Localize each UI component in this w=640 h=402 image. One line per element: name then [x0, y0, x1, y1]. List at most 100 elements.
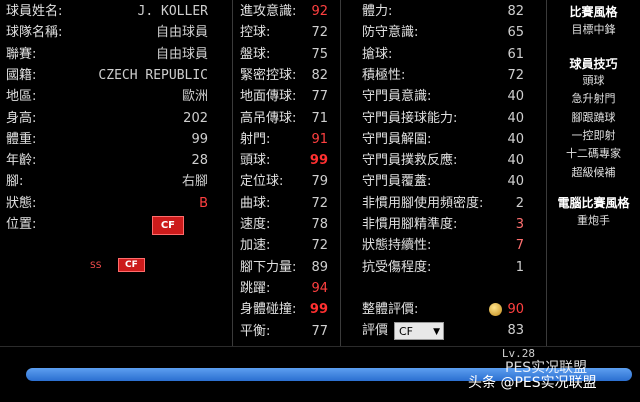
attr-10-label: 速度:: [240, 217, 271, 232]
profile-row-10-value: CF: [151, 216, 184, 235]
attr2-3: 積極性: 72: [362, 68, 524, 84]
attr-2-value: 75: [311, 46, 328, 62]
attr2-2-label: 搶球:: [362, 46, 393, 62]
profile-row-0-value: J. KOLLER: [137, 4, 208, 19]
com-style-item: 重炮手: [577, 214, 610, 227]
skill-item: 十二碼專家: [566, 147, 621, 161]
attr-12-value: 89: [311, 259, 328, 275]
attr2-7: 守門員撲救反應: 40: [362, 153, 524, 169]
attr2-10-label: 非慣用腳精準度:: [362, 217, 458, 232]
profile-row-2: 聯賽: 自由球員: [6, 47, 208, 63]
position-badge: CF: [151, 216, 184, 235]
profile-row-8: 腳: 右腳: [6, 174, 208, 190]
attributes-column-1: 進攻意識: 92 控球: 72 盤球: 75 緊密控球: 82 地面傳球: 77 高吊傳球: 71 射門…: [240, 0, 328, 346]
attr2-4: 守門員意識: 40: [362, 89, 524, 105]
skills-title: 球員技巧: [569, 57, 618, 71]
attr-1: 控球: 72: [240, 25, 328, 41]
rating-label: 評價: [362, 323, 389, 338]
attr-5-label: 高吊傳球:: [240, 110, 297, 126]
attr2-8: 守門員覆蓋: 40: [362, 174, 524, 190]
skill-item: 頭球: [582, 74, 605, 87]
attr-5-value: 71: [311, 110, 328, 126]
attr-2-label: 盤球:: [240, 46, 271, 62]
skill-item: 超級候補: [571, 165, 616, 179]
attr2-3-value: 72: [507, 67, 524, 83]
profile-row-3-label: 國籍:: [6, 67, 37, 83]
profile-row-7-value: 28: [191, 153, 208, 169]
attr2-3-label: 積極性:: [362, 67, 406, 83]
attr2-6-label: 守門員解圍:: [362, 131, 432, 147]
attr-8-label: 定位球:: [240, 174, 284, 190]
attr2-5: 守門員接球能力: 40: [362, 111, 524, 127]
profile-row-7: 年齡: 28: [6, 153, 208, 169]
attr2-4-value: 40: [507, 89, 524, 105]
profile-row-1: 球隊名稱: 自由球員: [6, 25, 208, 41]
attr-15-value: 77: [311, 323, 328, 339]
profile-row-9-label: 狀態:: [6, 195, 37, 211]
profile-row-2-value: 自由球員: [155, 46, 208, 62]
profile-row-9-value: B: [199, 195, 208, 211]
attr-3-value: 82: [311, 67, 328, 83]
profile-panel: 球員姓名: J. KOLLER 球隊名稱: 自由球員 聯賽: 自由球員 國籍: CZECH R…: [0, 0, 232, 346]
attr-7-value: 99: [309, 153, 328, 169]
chevron-down-icon: ▼: [433, 327, 440, 337]
skill-item: 一控即射: [571, 128, 616, 142]
overall-rating-value: 90: [507, 302, 524, 317]
position-cf-badge: CF: [118, 258, 145, 272]
attr-15: 平衡: 77: [240, 324, 328, 340]
attributes-column-2: 體力: 82 防守意識: 65 搶球: 61 積極性: 72 守門員意識: 40 守門員接球能力: 4…: [362, 0, 524, 346]
rating-select-value: CF: [399, 325, 414, 338]
attr-1-label: 控球:: [240, 25, 271, 41]
side-panel: 比賽風格 目標中鋒 球員技巧 頭球 急升射門 腳跟蹺球 一控即射 十二碼專家 超級候補 電…: [547, 0, 640, 346]
profile-row-5-value: 202: [183, 110, 208, 126]
attr-0: 進攻意識: 92: [240, 4, 328, 20]
attr2-8-value: 40: [507, 174, 524, 190]
position-ss: SS: [90, 261, 102, 271]
attr2-0-label: 體力:: [362, 4, 393, 19]
attr-13: 跳躍: 94: [240, 281, 328, 297]
rating-position-select[interactable]: CF ▼: [394, 322, 444, 340]
attr-3: 緊密控球: 82: [240, 68, 328, 84]
attr-12: 腳下力量: 89: [240, 260, 328, 276]
attr-8-value: 79: [311, 174, 328, 190]
attr2-2-value: 61: [507, 46, 524, 62]
rating-value: 83: [507, 323, 524, 338]
profile-row-4-value: 歐洲: [181, 89, 208, 105]
profile-row-2-label: 聯賽:: [6, 46, 37, 62]
attr-4: 地面傳球: 77: [240, 89, 328, 105]
profile-row-7-label: 年齡:: [6, 153, 37, 169]
profile-row-4-label: 地區:: [6, 89, 37, 105]
watermark: 头条 @PES实况联盟: [468, 375, 597, 391]
attr2-4-label: 守門員意識:: [362, 89, 432, 105]
attr-10-value: 78: [311, 217, 328, 232]
attr-14-value: 99: [309, 302, 328, 318]
attr2-12: 抗受傷程度: 1: [362, 260, 524, 276]
attr2-1: 防守意識: 65: [362, 25, 524, 41]
attr2-7-label: 守門員撲救反應:: [362, 153, 458, 169]
attr2-0: 體力: 82: [362, 4, 524, 20]
attr2-2: 搶球: 61: [362, 47, 524, 63]
attr2-5-value: 40: [507, 110, 524, 126]
attr-6-label: 射門:: [240, 131, 271, 147]
attr-0-value: 92: [311, 4, 328, 19]
attr-1-value: 72: [311, 25, 328, 41]
attr2-8-label: 守門員覆蓋:: [362, 174, 432, 190]
attr-6: 射門: 91: [240, 132, 328, 148]
skill-item: 急升射門: [571, 92, 616, 106]
play-style-item: 目標中鋒: [571, 23, 616, 36]
profile-row-5-label: 身高:: [6, 110, 37, 126]
rating-row: 評價 CF ▼ 83: [362, 322, 524, 340]
attr-6-value: 91: [311, 131, 328, 147]
attr-4-value: 77: [311, 89, 328, 105]
attr-3-label: 緊密控球:: [240, 67, 297, 83]
attr-5: 高吊傳球: 71: [240, 111, 328, 127]
attr-11-label: 加速:: [240, 238, 271, 254]
profile-row-10: 位置: CF: [6, 216, 208, 235]
overall-rating-label: 整體評價:: [362, 302, 419, 317]
attr2-5-label: 守門員接球能力:: [362, 110, 458, 126]
attr2-11: 狀態持續性: 7: [362, 238, 524, 254]
attr-11: 加速: 72: [240, 238, 328, 254]
attr2-7-value: 40: [507, 153, 524, 169]
profile-row-1-label: 球隊名稱:: [6, 25, 63, 41]
attr-7: 頭球: 99: [240, 153, 328, 169]
